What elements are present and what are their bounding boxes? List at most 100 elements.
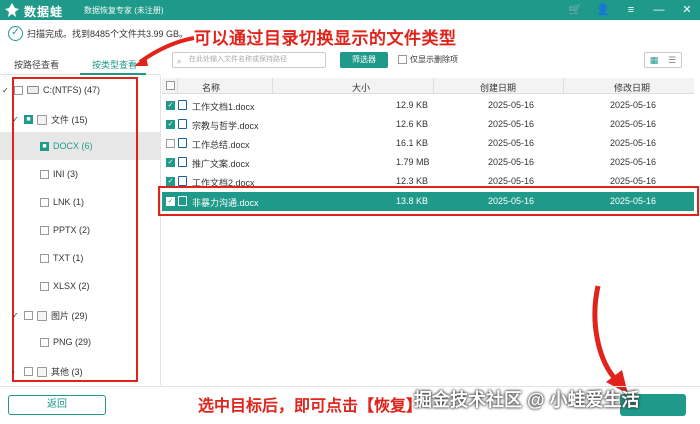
- tree-checkbox[interactable]: ■: [24, 115, 33, 124]
- row-checkbox[interactable]: ✓: [166, 177, 175, 186]
- modified-date: 2025-05-16: [610, 100, 657, 110]
- active-tab-underline: [80, 73, 146, 75]
- view-tabs: 按路径查看 按类型查看: [0, 55, 160, 75]
- menu-icon[interactable]: ≡: [624, 2, 638, 18]
- only-deleted-checkbox[interactable]: [398, 55, 407, 64]
- back-button[interactable]: 返回: [8, 395, 106, 415]
- modified-date: 2025-05-16: [610, 157, 657, 167]
- view-toggle: ▦ ☰: [644, 52, 682, 68]
- tree-item-images[interactable]: ✓ 图片 (29): [12, 309, 88, 322]
- table-row[interactable]: ✓ 推广文案.docx 1.79 MB 2025-05-16 2025-05-1…: [162, 153, 694, 172]
- tree-label: INI (3): [53, 169, 79, 179]
- tree-label: PNG (29): [53, 337, 92, 347]
- col-divider: [433, 78, 434, 94]
- expand-arrow-icon[interactable]: ✓: [12, 115, 20, 124]
- collapse-arrow-icon[interactable]: ›: [12, 367, 20, 376]
- folder-icon: [37, 366, 47, 377]
- table-row[interactable]: ✓ 宗教与哲学.docx 12.6 KB 2025-05-16 2025-05-…: [162, 115, 694, 134]
- col-divider: [272, 78, 273, 94]
- tree-label: 图片 (29): [51, 311, 88, 321]
- folder-icon: [37, 114, 47, 125]
- docx-file-icon: [178, 176, 187, 186]
- only-deleted-toggle[interactable]: 仅显示删除项: [398, 54, 458, 65]
- tree-checkbox[interactable]: [40, 197, 49, 207]
- col-created[interactable]: 创建日期: [480, 81, 516, 94]
- docx-file-icon: [178, 138, 187, 148]
- image-icon: [37, 310, 47, 321]
- tree-item-drive[interactable]: ✓ C:(NTFS) (47): [2, 85, 100, 95]
- tree-label: C:(NTFS) (47): [43, 85, 100, 95]
- tree-item-txt[interactable]: TXT (1): [40, 253, 83, 263]
- select-all-checkbox[interactable]: [166, 81, 175, 90]
- user-icon[interactable]: 👤: [596, 2, 610, 18]
- tree-checkbox[interactable]: [40, 253, 49, 263]
- tree-checkbox[interactable]: [24, 311, 33, 320]
- tree-label: TXT (1): [53, 253, 84, 263]
- file-name: 工作文档1.docx: [192, 102, 255, 112]
- watermark: 掘金技术社区 @ 小蛙爱生活: [414, 390, 640, 410]
- col-modified[interactable]: 修改日期: [614, 81, 650, 94]
- modified-date: 2025-05-16: [610, 138, 657, 148]
- tree-item-files[interactable]: ✓ ■ 文件 (15): [12, 113, 88, 126]
- tree-label: LNK (1): [53, 197, 85, 207]
- cart-icon[interactable]: 🛒: [568, 2, 582, 18]
- filter-button[interactable]: 筛选器: [340, 52, 388, 68]
- search-placeholder: 在此处输入文件名称或保持路径: [189, 56, 287, 63]
- category-tree: ✓ C:(NTFS) (47) ✓ ■ 文件 (15) ■ DOCX (6) I…: [2, 77, 138, 382]
- expand-arrow-icon[interactable]: ✓: [12, 311, 20, 320]
- expand-arrow-icon[interactable]: ✓: [2, 86, 10, 95]
- tree-checkbox[interactable]: [14, 85, 23, 95]
- tree-checkbox[interactable]: [40, 281, 49, 291]
- created-date: 2025-05-16: [488, 157, 535, 167]
- tree-item-lnk[interactable]: LNK (1): [40, 197, 84, 207]
- tree-item-xlsx[interactable]: XLSX (2): [40, 281, 90, 291]
- tab-by-type[interactable]: 按类型查看: [92, 58, 137, 71]
- modified-date: 2025-05-16: [610, 176, 657, 186]
- tab-by-path[interactable]: 按路径查看: [14, 58, 59, 71]
- tree-item-ini[interactable]: INI (3): [40, 169, 78, 179]
- grid-view-icon[interactable]: ▦: [645, 53, 663, 67]
- minimize-icon[interactable]: —: [652, 2, 666, 18]
- tree-checkbox[interactable]: ■: [40, 141, 49, 151]
- search-input[interactable]: ⌕ 在此处输入文件名称或保持路径: [172, 52, 326, 68]
- col-size[interactable]: 大小: [352, 81, 370, 94]
- row-checkbox[interactable]: [166, 139, 175, 148]
- tree-item-other[interactable]: › 其他 (3): [12, 365, 83, 378]
- only-deleted-label: 仅显示删除项: [410, 55, 458, 64]
- created-date: 2025-05-16: [488, 100, 535, 110]
- col-name[interactable]: 名称: [202, 81, 220, 94]
- tree-checkbox[interactable]: [40, 169, 49, 179]
- tree-label: 其他 (3): [51, 367, 83, 377]
- title-bar: 数据蛙 数据恢复专家 (未注册) 🛒 👤 ≡ — ✕: [0, 0, 700, 20]
- file-size: 16.1 KB: [396, 138, 429, 148]
- file-size: 1.79 MB: [396, 157, 430, 167]
- col-divider: [177, 78, 178, 94]
- tree-label: DOCX (6): [53, 141, 93, 151]
- created-date: 2025-05-16: [488, 176, 535, 186]
- tree-item-pptx[interactable]: PPTX (2): [40, 225, 90, 235]
- check-circle-icon: ✓: [8, 25, 23, 41]
- table-row[interactable]: ✓ 工作文档1.docx 12.9 KB 2025-05-16 2025-05-…: [162, 96, 694, 115]
- docx-file-icon: [178, 119, 187, 129]
- row-checkbox[interactable]: ✓: [166, 120, 175, 129]
- annotation-row-highlight: [158, 186, 699, 216]
- tree-checkbox[interactable]: [40, 225, 49, 235]
- file-name: 工作总结.docx: [192, 140, 250, 150]
- row-checkbox[interactable]: ✓: [166, 158, 175, 167]
- app-subtitle: 数据恢复专家 (未注册): [84, 6, 164, 15]
- file-size: 12.6 KB: [396, 119, 429, 129]
- tree-label: XLSX (2): [53, 281, 90, 291]
- col-divider: [563, 78, 564, 94]
- list-view-icon[interactable]: ☰: [663, 53, 681, 67]
- drive-icon: [27, 86, 39, 94]
- row-checkbox[interactable]: ✓: [166, 101, 175, 110]
- table-row[interactable]: 工作总结.docx 16.1 KB 2025-05-16 2025-05-16: [162, 134, 694, 153]
- annotation-top: 可以通过目录切换显示的文件类型: [194, 29, 457, 48]
- tree-item-docx[interactable]: ■ DOCX (6): [40, 141, 93, 151]
- close-icon[interactable]: ✕: [680, 2, 694, 18]
- tree-checkbox[interactable]: [40, 337, 49, 347]
- tree-checkbox[interactable]: [24, 367, 33, 376]
- app-logo: [5, 3, 19, 17]
- file-name: 推广文案.docx: [192, 159, 250, 169]
- tree-item-png[interactable]: PNG (29): [40, 337, 91, 347]
